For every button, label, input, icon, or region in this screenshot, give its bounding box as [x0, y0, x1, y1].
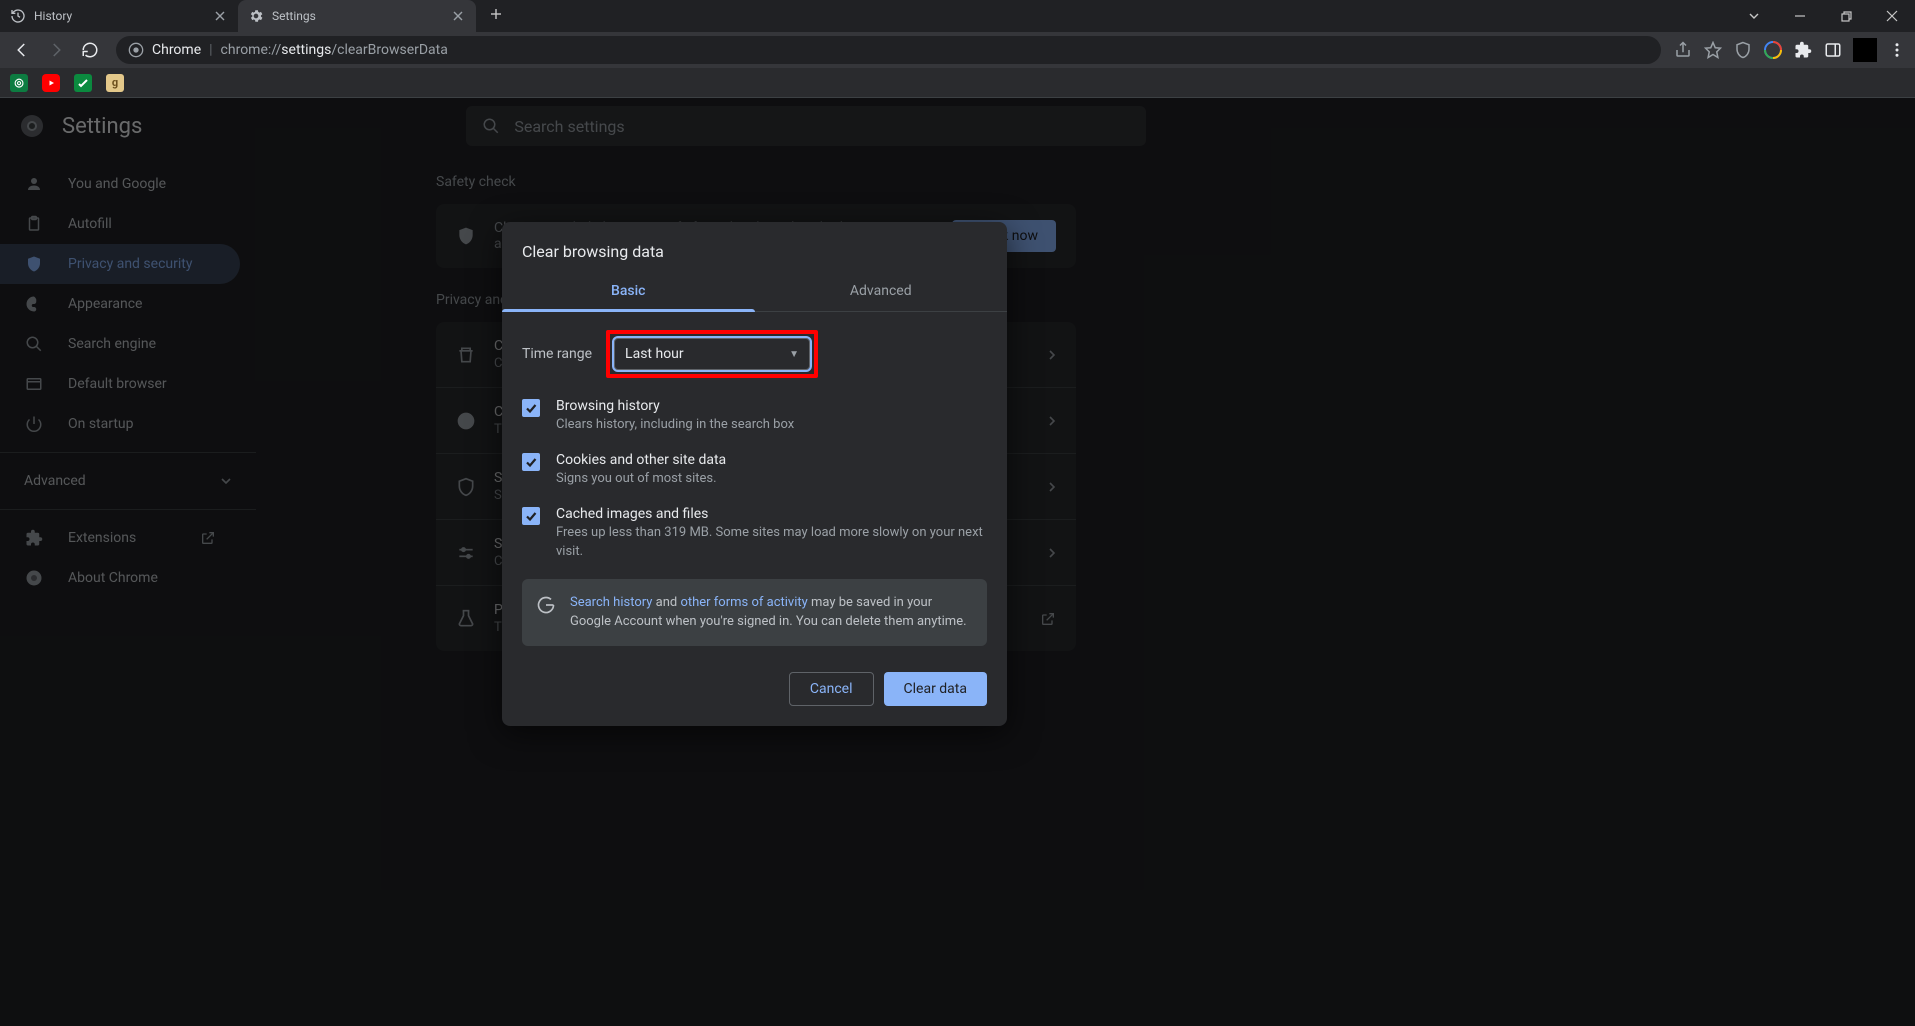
back-button[interactable] — [8, 36, 36, 64]
profile-avatar[interactable] — [1853, 38, 1877, 62]
checkbox-cookies[interactable] — [522, 453, 540, 471]
tab-title: History — [34, 9, 204, 23]
window-controls — [1731, 0, 1915, 32]
annotation-highlight: Last hour ▼ — [606, 330, 818, 378]
share-icon[interactable] — [1673, 40, 1693, 60]
info-text: Search history and other forms of activi… — [570, 593, 973, 632]
kebab-menu-icon[interactable] — [1887, 40, 1907, 60]
clear-data-button[interactable]: Clear data — [884, 672, 987, 706]
check-title: Cookies and other site data — [556, 452, 987, 468]
dialog-body: Time range Last hour ▼ Browsing history … — [502, 312, 1007, 656]
tab-search-dropdown[interactable] — [1731, 0, 1777, 32]
toolbar-actions — [1673, 38, 1907, 62]
close-icon[interactable] — [450, 8, 466, 24]
bookmark-3[interactable] — [74, 74, 92, 92]
reload-button[interactable] — [76, 36, 104, 64]
tab-advanced[interactable]: Advanced — [755, 271, 1008, 311]
link-other-activity[interactable]: other forms of activity — [680, 595, 807, 610]
gear-icon — [248, 8, 264, 24]
extensions-puzzle-icon[interactable] — [1793, 40, 1813, 60]
bookmark-1[interactable]: ◎ — [10, 74, 28, 92]
forward-button[interactable] — [42, 36, 70, 64]
tab-basic[interactable]: Basic — [502, 271, 755, 311]
dropdown-arrow-icon: ▼ — [789, 349, 799, 360]
dialog-title: Clear browsing data — [502, 222, 1007, 271]
new-tab-button[interactable] — [482, 0, 510, 28]
dialog-tabs: Basic Advanced — [502, 271, 1007, 312]
time-range-dropdown[interactable]: Last hour ▼ — [614, 338, 810, 370]
minimize-button[interactable] — [1777, 0, 1823, 32]
circle-extension-icon[interactable] — [1763, 40, 1783, 60]
history-icon — [10, 8, 26, 24]
check-title: Cached images and files — [556, 506, 987, 522]
browser-toolbar: Chrome | chrome://settings/clearBrowserD… — [0, 32, 1915, 68]
bookmarks-bar: ◎ g — [0, 68, 1915, 98]
check-sub: Frees up less than 319 MB. Some sites ma… — [556, 524, 987, 560]
tab-strip: History Settings — [0, 0, 510, 32]
maximize-button[interactable] — [1823, 0, 1869, 32]
tab-title: Settings — [272, 9, 442, 23]
omnibox-url: chrome://settings/clearBrowserData — [221, 42, 448, 58]
tab-settings[interactable]: Settings — [238, 0, 476, 32]
sidepanel-icon[interactable] — [1823, 40, 1843, 60]
link-search-history[interactable]: Search history — [570, 595, 652, 610]
check-sub: Signs you out of most sites. — [556, 470, 987, 488]
google-g-icon — [536, 595, 556, 615]
checkbox-browsing-history[interactable] — [522, 399, 540, 417]
check-browsing-history: Browsing history Clears history, includi… — [522, 398, 987, 434]
address-bar[interactable]: Chrome | chrome://settings/clearBrowserD… — [116, 36, 1661, 64]
bookmark-star-icon[interactable] — [1703, 40, 1723, 60]
time-range-row: Time range Last hour ▼ — [522, 330, 987, 378]
check-cookies: Cookies and other site data Signs you ou… — [522, 452, 987, 488]
time-range-label: Time range — [522, 346, 592, 362]
cancel-button[interactable]: Cancel — [789, 672, 874, 706]
bookmark-goodreads[interactable]: g — [106, 74, 124, 92]
omnibox-scheme-label: Chrome — [152, 42, 201, 58]
check-title: Browsing history — [556, 398, 987, 414]
dialog-footer: Cancel Clear data — [502, 656, 1007, 726]
window-titlebar: History Settings — [0, 0, 1915, 32]
clear-browsing-data-dialog: Clear browsing data Basic Advanced Time … — [502, 222, 1007, 726]
shield-extension-icon[interactable] — [1733, 40, 1753, 60]
tab-history[interactable]: History — [0, 0, 238, 32]
dropdown-value: Last hour — [625, 346, 684, 362]
google-account-info-card: Search history and other forms of activi… — [522, 579, 987, 646]
bookmark-youtube[interactable] — [42, 74, 60, 92]
check-sub: Clears history, including in the search … — [556, 416, 987, 434]
close-icon[interactable] — [212, 8, 228, 24]
check-cached: Cached images and files Frees up less th… — [522, 506, 987, 560]
close-window-button[interactable] — [1869, 0, 1915, 32]
chrome-page-icon — [128, 42, 144, 58]
checkbox-cached[interactable] — [522, 507, 540, 525]
